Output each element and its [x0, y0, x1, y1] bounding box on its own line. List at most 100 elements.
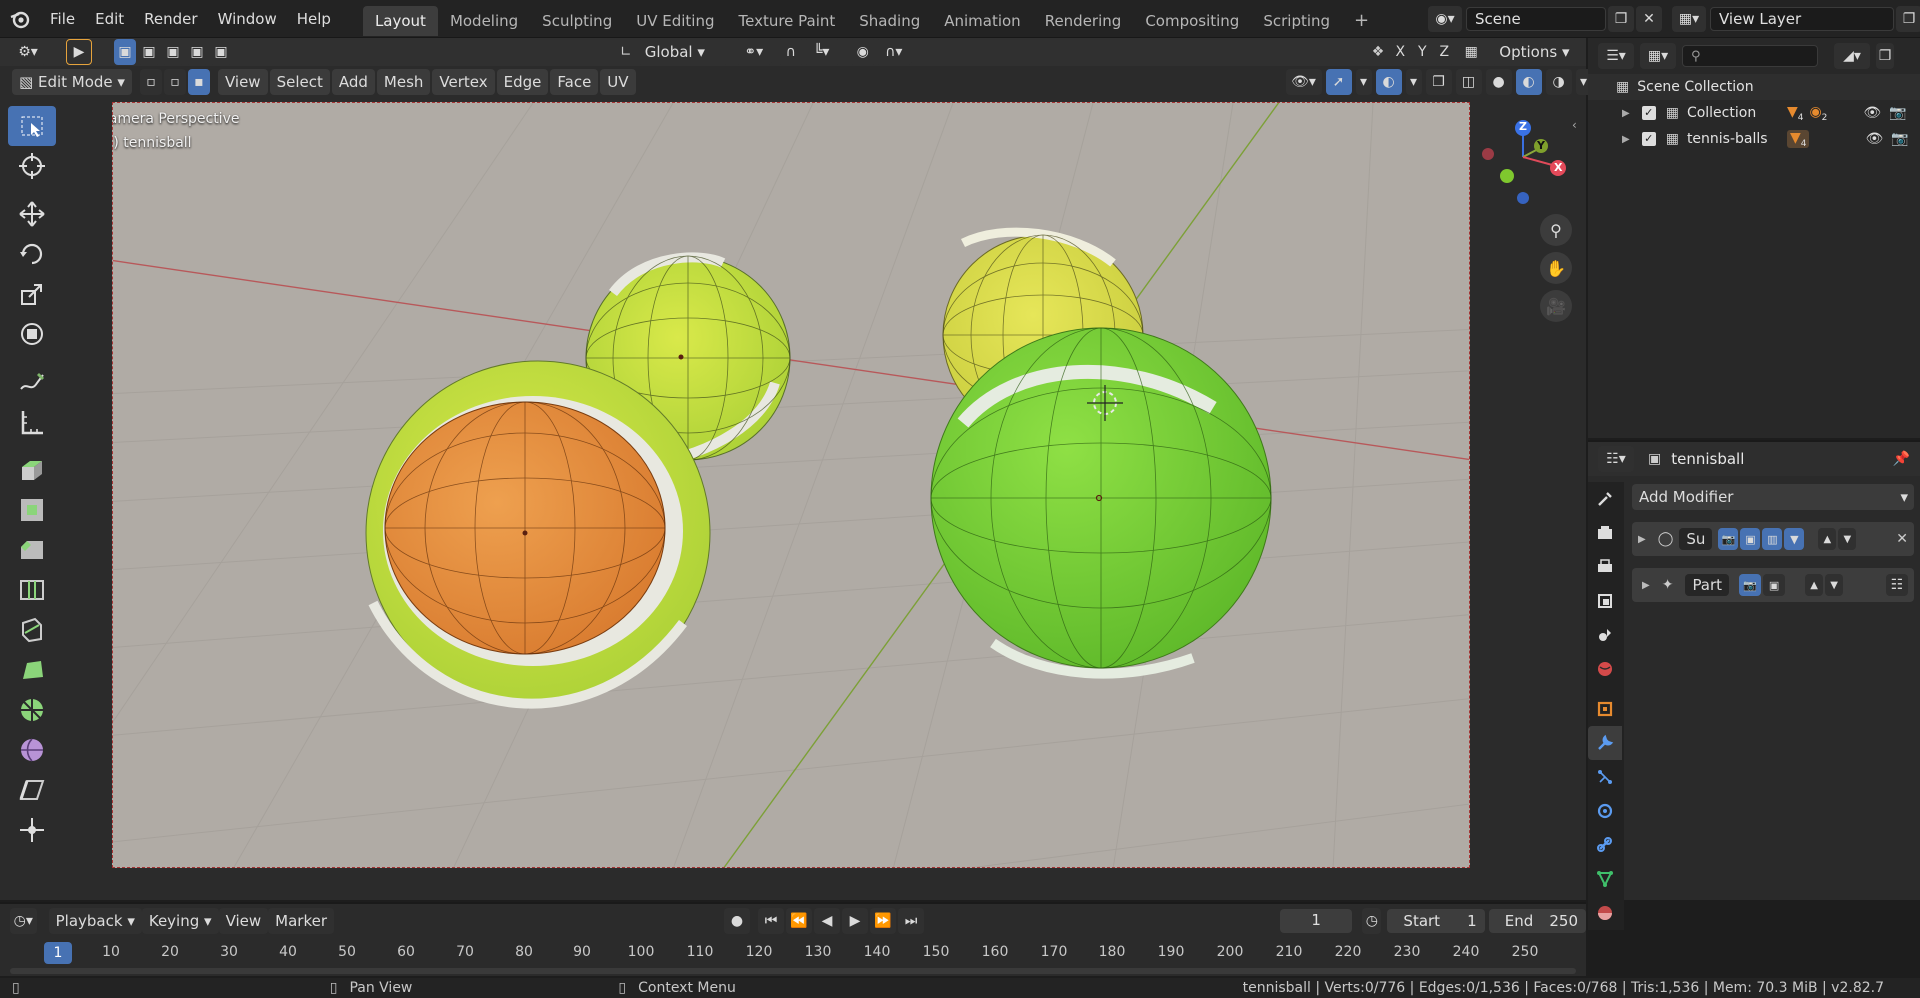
subsurf-name-field[interactable]: Su: [1679, 528, 1713, 550]
snap-target-icon[interactable]: ╚▾: [803, 39, 840, 65]
tab-layout[interactable]: Layout: [362, 5, 438, 36]
menu-mesh[interactable]: Mesh: [376, 69, 431, 95]
outliner-editor-type-icon[interactable]: ☰▾: [1598, 43, 1634, 69]
shear-tool[interactable]: [8, 770, 56, 810]
menu-help[interactable]: Help: [287, 0, 341, 38]
camera-view-button[interactable]: 🎥: [1540, 290, 1572, 322]
menu-timeline-view[interactable]: View: [218, 908, 269, 934]
add-modifier-dropdown[interactable]: Add Modifier ▾: [1632, 484, 1914, 510]
menu-uv[interactable]: UV: [600, 69, 636, 95]
select-subtract-icon[interactable]: ▣: [162, 39, 184, 65]
jump-end-icon[interactable]: ⏭: [898, 908, 925, 934]
menu-edit[interactable]: Edit: [85, 0, 134, 38]
inset-tool[interactable]: [8, 490, 56, 530]
show-in-viewport-icon[interactable]: ▣: [1763, 574, 1786, 596]
overlay-dropdown-icon[interactable]: ▾: [1405, 69, 1422, 95]
bevel-tool[interactable]: [8, 530, 56, 570]
view-layer-icon[interactable]: ▦▾: [1672, 6, 1706, 32]
menu-edge[interactable]: Edge: [496, 69, 549, 95]
sidebar-toggle-icon[interactable]: ‹: [1572, 118, 1584, 138]
properties-editor-type-icon[interactable]: ☷▾: [1598, 446, 1634, 472]
poly-build-tool[interactable]: [8, 650, 56, 690]
menu-marker[interactable]: Marker: [268, 908, 335, 934]
mirror-x-button[interactable]: X: [1390, 39, 1411, 65]
editor-type-icon[interactable]: ⚙▾: [10, 39, 46, 65]
edge-select-icon[interactable]: ▫: [163, 69, 186, 95]
object-tab-icon[interactable]: [1588, 692, 1622, 726]
data-tab-icon[interactable]: [1588, 862, 1622, 896]
menu-select[interactable]: Select: [269, 69, 330, 95]
show-in-render-icon[interactable]: 📷: [1739, 574, 1762, 596]
face-select-icon[interactable]: ▪: [187, 69, 210, 95]
xray-toggle-icon[interactable]: ❐: [1425, 69, 1452, 95]
rendered-shading-icon[interactable]: ◑: [1545, 69, 1572, 95]
output-tab-icon[interactable]: [1588, 550, 1622, 584]
eye-icon[interactable]: 👁: [1865, 131, 1883, 147]
move-down-icon[interactable]: ▼: [1825, 574, 1844, 596]
play-reverse-icon[interactable]: ◀: [814, 908, 841, 934]
menu-vertex[interactable]: Vertex: [432, 69, 495, 95]
menu-add[interactable]: Add: [331, 69, 375, 95]
eye-icon[interactable]: 👁: [1863, 105, 1881, 121]
move-down-icon[interactable]: ▼: [1838, 528, 1857, 550]
expand-arrow-icon[interactable]: ▶: [1642, 580, 1650, 591]
outliner-search-input[interactable]: ⚲: [1682, 45, 1818, 67]
remove-modifier-icon[interactable]: ✕: [1896, 531, 1908, 547]
modifier-tab-icon[interactable]: [1588, 726, 1622, 760]
smooth-tool[interactable]: [8, 730, 56, 770]
expand-arrow-icon[interactable]: ▶: [1622, 134, 1630, 145]
mirror-z-button[interactable]: Z: [1434, 39, 1455, 65]
scene-tab-icon[interactable]: [1588, 618, 1622, 652]
knife-tool[interactable]: [8, 610, 56, 650]
new-view-layer-icon[interactable]: ❐: [1896, 6, 1920, 32]
tab-animation[interactable]: Animation: [932, 6, 1032, 36]
menu-keying[interactable]: Keying ▾: [141, 908, 219, 934]
rip-tool[interactable]: [8, 810, 56, 850]
scene-icon[interactable]: ◉▾: [1428, 6, 1462, 32]
solid-shading-icon[interactable]: ●: [1485, 69, 1512, 95]
delete-scene-icon[interactable]: ✕: [1636, 6, 1662, 32]
tab-rendering[interactable]: Rendering: [1033, 6, 1134, 36]
new-collection-icon[interactable]: ❐: [1876, 43, 1894, 69]
timeline-editor-type-icon[interactable]: ◷▾: [10, 908, 37, 934]
pan-button[interactable]: ✋: [1540, 252, 1572, 284]
pin-icon[interactable]: 📌: [1893, 451, 1910, 467]
menu-window[interactable]: Window: [208, 0, 287, 38]
rotate-tool[interactable]: [8, 234, 56, 274]
frame-ruler[interactable]: 1 10 20 30 40 50 60 70 80 90 100 110 120…: [0, 942, 1586, 964]
particles-tab-icon[interactable]: [1588, 760, 1622, 794]
options-dropdown[interactable]: Options ▾: [1492, 39, 1577, 65]
outliner-item-tennis-balls[interactable]: ▶ ✓ ▦ tennis-balls ▼4 👁 📷: [1588, 126, 1920, 152]
checkbox-icon[interactable]: ✓: [1641, 106, 1656, 120]
preview-range-icon[interactable]: ◷: [1362, 908, 1382, 934]
render-camera-icon[interactable]: 📷: [1889, 105, 1906, 121]
menu-playback[interactable]: Playback ▾: [48, 908, 142, 934]
outliner-item-collection[interactable]: ▶ ✓ ▦ Collection ▼4 ◉2 👁 📷: [1588, 100, 1920, 126]
navigation-gizmo[interactable]: Z Y X: [1470, 112, 1580, 212]
menu-face[interactable]: Face: [550, 69, 599, 95]
current-frame-field[interactable]: 1: [1280, 909, 1353, 933]
proportional-edit-icon[interactable]: ◉: [849, 39, 876, 65]
checkbox-icon[interactable]: ✓: [1641, 132, 1656, 146]
orientation-dropdown[interactable]: Global ▾: [637, 39, 728, 65]
outliner-scene-collection[interactable]: ▦ Scene Collection: [1588, 74, 1920, 100]
on-cage-icon[interactable]: ▼: [1784, 528, 1805, 550]
tab-sculpting[interactable]: Sculpting: [530, 6, 624, 36]
wireframe-shading-icon[interactable]: ◫: [1455, 69, 1482, 95]
pivot-point-icon[interactable]: ⚭▾: [735, 39, 772, 65]
start-frame-field[interactable]: Start 1: [1387, 909, 1485, 933]
blender-logo-icon[interactable]: [0, 0, 40, 38]
play-icon[interactable]: ▶: [842, 908, 869, 934]
menu-render[interactable]: Render: [134, 0, 207, 38]
add-workspace-icon[interactable]: +: [1342, 6, 1381, 36]
display-mode-icon[interactable]: ▦▾: [1640, 43, 1676, 69]
measure-tool[interactable]: [8, 402, 56, 442]
zoom-button[interactable]: ⚲: [1540, 214, 1572, 246]
tab-uv-editing[interactable]: UV Editing: [624, 6, 726, 36]
mode-dropdown[interactable]: ▧ Edit Mode ▾: [12, 69, 132, 95]
tab-shading[interactable]: Shading: [847, 6, 932, 36]
select-box-tool[interactable]: [8, 106, 56, 146]
expand-arrow-icon[interactable]: ▶: [1638, 534, 1646, 545]
viewport-canvas[interactable]: Camera Perspective (1) tennisball: [112, 102, 1470, 868]
select-extend-icon[interactable]: ▣: [138, 39, 160, 65]
